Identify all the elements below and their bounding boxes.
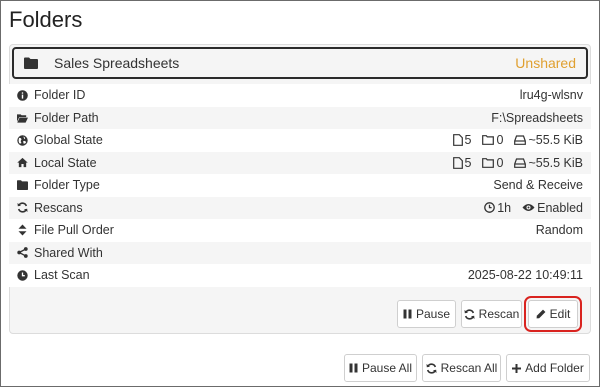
local-size-value: ~55.5 KiB: [528, 155, 583, 170]
row-label: Rescans: [34, 200, 83, 215]
row-last-scan: Last Scan 2025-08-22 10:49:11: [9, 264, 591, 287]
row-global-state: Global State 5 0 ~55.5 KiB: [9, 129, 591, 152]
local-files-count: 5: [464, 155, 472, 170]
row-folder-path: Folder Path F:\Spreadsheets: [9, 106, 591, 129]
plus-icon: [512, 363, 522, 373]
pause-button[interactable]: Pause: [397, 300, 456, 328]
rescan-button[interactable]: Rescan: [461, 300, 522, 328]
folder-open-icon: [17, 112, 28, 123]
refresh-icon: [464, 308, 475, 320]
hdd-icon: [514, 158, 527, 168]
global-files-count: 5: [464, 133, 472, 148]
pause-icon: [403, 309, 412, 319]
folder-details: Folder ID lru4g-wlsnv Folder Path F:\Spr…: [9, 84, 591, 287]
row-label: Last Scan: [34, 268, 90, 283]
sort-icon: [17, 224, 28, 236]
global-size-value: ~55.5 KiB: [528, 133, 583, 148]
folder-id-value: lru4g-wlsnv: [519, 88, 583, 103]
rescan-interval-value: 1h: [497, 200, 512, 215]
local-dirs: 0: [482, 156, 503, 170]
pencil-icon: [536, 309, 546, 319]
folder-status-badge: Unshared: [515, 55, 576, 71]
watch-state-value: Enabled: [537, 200, 583, 215]
file-pull-order-value: Random: [535, 223, 583, 238]
rescan-interval: 1h: [484, 201, 511, 215]
page-title: Folders: [9, 7, 83, 32]
global-dirs-count: 0: [496, 133, 504, 148]
pause-all-button[interactable]: Pause All: [344, 354, 417, 382]
edit-button-label: Edit: [549, 307, 571, 321]
global-dirs: 0: [482, 133, 503, 147]
edit-button[interactable]: Edit: [524, 296, 582, 332]
home-icon: [17, 157, 28, 168]
folder-panel-header[interactable]: Sales Spreadsheets Unshared: [12, 47, 588, 79]
pause-all-label: Pause All: [361, 361, 413, 375]
clock-icon: [484, 202, 496, 214]
row-file-pull-order: File Pull Order Random: [9, 219, 591, 242]
rescan-all-label: Rescan All: [440, 361, 498, 375]
file-icon: [452, 134, 463, 147]
folder-outline-icon: [482, 157, 495, 168]
folder-outline-icon: [482, 135, 495, 146]
watch-state: Enabled: [522, 201, 583, 215]
eye-icon: [522, 204, 535, 212]
row-label: Shared With: [34, 245, 103, 260]
global-files: 5: [452, 133, 472, 148]
row-rescans: Rescans 1h Enabled: [9, 196, 591, 219]
globe-icon: [17, 135, 28, 146]
info-circle-icon: [17, 89, 28, 101]
folder-name: Sales Spreadsheets: [54, 55, 180, 71]
last-scan-value: 2025-08-22 10:49:11: [467, 268, 583, 283]
row-folder-id: Folder ID lru4g-wlsnv: [9, 84, 591, 107]
clock-icon: [17, 270, 28, 281]
folder-icon: [24, 57, 38, 69]
row-label: Global State: [34, 133, 103, 148]
rescans-value: 1h Enabled: [484, 201, 583, 215]
global-state-value: 5 0 ~55.5 KiB: [452, 133, 583, 148]
add-folder-label: Add Folder: [525, 361, 584, 375]
folder-path-value: F:\Spreadsheets: [491, 110, 583, 125]
file-icon: [452, 156, 463, 169]
refresh-icon: [17, 202, 28, 213]
rescan-button-label: Rescan: [478, 307, 520, 321]
rescan-all-button[interactable]: Rescan All: [422, 354, 501, 382]
row-label: Folder ID: [34, 88, 86, 103]
row-label: File Pull Order: [34, 223, 114, 238]
row-folder-type: Folder Type Send & Receive: [9, 174, 591, 197]
add-folder-button[interactable]: Add Folder: [506, 354, 590, 382]
local-files: 5: [452, 155, 472, 170]
local-state-value: 5 0 ~55.5 KiB: [452, 155, 583, 170]
global-size: ~55.5 KiB: [514, 133, 583, 147]
share-icon: [17, 247, 28, 259]
row-label: Local State: [34, 155, 97, 170]
folder-icon: [17, 180, 28, 191]
pause-button-label: Pause: [415, 307, 451, 321]
folder-type-value: Send & Receive: [493, 178, 583, 193]
refresh-icon: [426, 362, 437, 374]
row-label: Folder Type: [34, 178, 100, 193]
pause-icon: [349, 363, 358, 373]
local-size: ~55.5 KiB: [514, 156, 583, 170]
row-local-state: Local State 5 0 ~55.5 KiB: [9, 151, 591, 174]
row-shared-with: Shared With: [9, 241, 591, 264]
hdd-icon: [514, 135, 527, 146]
row-label: Folder Path: [34, 110, 99, 125]
local-dirs-count: 0: [496, 155, 504, 170]
